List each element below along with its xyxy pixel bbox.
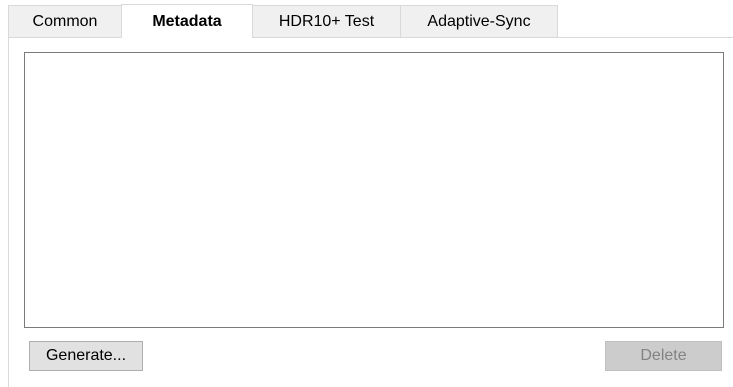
tab-strip: Common Metadata HDR10+ Test Adaptive-Syn…: [8, 4, 558, 38]
tab-metadata-label: Metadata: [152, 12, 222, 30]
tab-hdr10-test[interactable]: HDR10+ Test: [252, 5, 401, 37]
generate-button-label: Generate...: [45, 347, 127, 364]
tab-hdr10-test-label: HDR10+ Test: [278, 12, 375, 30]
tab-common[interactable]: Common: [8, 5, 122, 37]
tab-adaptive-sync[interactable]: Adaptive-Sync: [400, 5, 558, 37]
delete-button[interactable]: Delete: [605, 341, 722, 371]
delete-button-label: Delete: [640, 347, 687, 364]
tab-metadata[interactable]: Metadata: [121, 4, 253, 38]
generate-button[interactable]: Generate...: [29, 341, 143, 371]
metadata-list-box[interactable]: [24, 52, 724, 328]
tab-common-label: Common: [32, 12, 98, 30]
tab-adaptive-sync-label: Adaptive-Sync: [427, 12, 531, 30]
settings-window: Common Metadata HDR10+ Test Adaptive-Syn…: [0, 0, 733, 387]
